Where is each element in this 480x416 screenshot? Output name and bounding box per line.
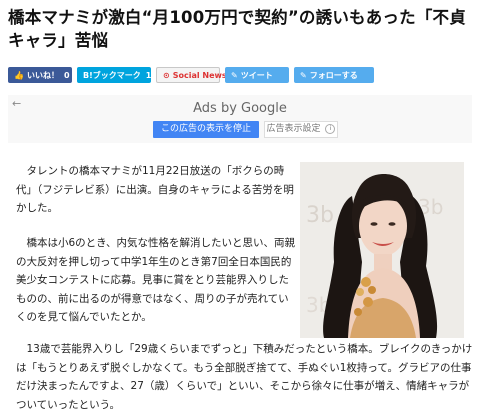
info-icon: i: [325, 123, 336, 134]
like-count: 0: [63, 70, 70, 80]
share-bar: 👍 いいね！ 0 B!ブックマーク 1 ⊙ Social News ✎ ツイート…: [8, 67, 374, 83]
tweet-label: ツイート: [240, 70, 273, 80]
thumbs-up-icon: 👍: [14, 70, 24, 80]
article-headline: 橋本マナミが激白“月100万円で契約”の誘いもあった「不貞 キャラ」苦悩: [8, 6, 474, 52]
follow-button[interactable]: ✎ フォローする: [294, 67, 374, 83]
ads-by-google-label: Ads by Google: [193, 101, 287, 116]
article-paragraph: 13歳で芸能界入りし「29歳くらいまでずっと」下積みだったという橋本。ブレイクの…: [16, 343, 473, 411]
ad-settings-button[interactable]: 広告表示設定 i: [264, 121, 338, 138]
woman-portrait-image: 3b 3b 3b: [300, 162, 464, 338]
svg-text:3b: 3b: [306, 203, 334, 228]
ad-settings-label: 広告表示設定: [266, 124, 321, 134]
facebook-like-button[interactable]: 👍 いいね！ 0: [8, 67, 72, 83]
headline-line-2: キャラ」苦悩: [8, 31, 109, 50]
google-ad-panel: ← Ads by Google この広告の表示を停止 広告表示設定 i: [8, 95, 472, 143]
tweet-button[interactable]: ✎ ツイート: [225, 67, 289, 83]
twitter-bird-icon: ✎: [300, 70, 307, 80]
twitter-bird-icon: ✎: [231, 70, 238, 80]
article-paragraph: 橋本は小6のとき、内気な性格を解消したいと思い、両親の大反対を押し切って中学1年…: [16, 237, 295, 323]
hatena-label: B!ブックマーク: [83, 70, 141, 80]
hatena-count: 1: [145, 70, 152, 80]
hatena-bookmark-button[interactable]: B!ブックマーク 1: [77, 67, 151, 83]
headline-line-1: 橋本マナミが激白“月100万円で契約”の誘いもあった「不貞: [8, 8, 466, 27]
article-paragraph: タレントの橋本マナミが11月22日放送の「ボクらの時代」（フジテレビ系）に出演。…: [16, 165, 294, 214]
social-news-button[interactable]: ⊙ Social News: [156, 67, 227, 83]
social-news-icon: ⊙: [163, 70, 170, 80]
article-photo: 3b 3b 3b: [300, 162, 464, 338]
stop-ad-button[interactable]: この広告の表示を停止: [153, 121, 259, 138]
follow-label: フォローする: [309, 70, 358, 80]
like-label: いいね！: [26, 70, 59, 80]
social-news-label: Social News: [172, 70, 227, 80]
